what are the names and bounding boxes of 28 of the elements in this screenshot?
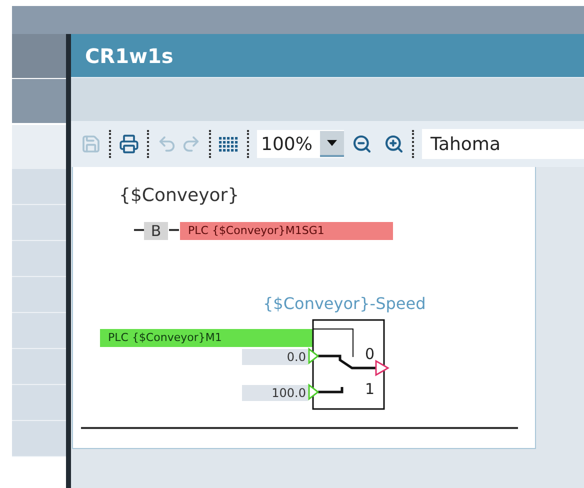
- sidebar-toolbar-band: [12, 125, 66, 169]
- diagram-title: {$Conveyor}: [119, 184, 240, 208]
- printer-icon[interactable]: [119, 134, 139, 154]
- sidebar-band: [12, 79, 66, 123]
- sidebar-header: [12, 34, 66, 78]
- sidebar-row: [12, 385, 66, 421]
- pin-label: 0: [365, 345, 375, 363]
- sidebar-row: [12, 241, 66, 277]
- zoom-in-icon[interactable]: [384, 134, 404, 154]
- block-title: {$Conveyor}-Speed: [263, 293, 426, 315]
- grid-icon[interactable]: [219, 136, 239, 152]
- tag-bar: PLC {$Conveyor}M1SG1: [180, 222, 393, 240]
- sidebar-row: [12, 421, 66, 457]
- input-value: 0.0: [242, 349, 308, 365]
- input-value: 100.0: [242, 385, 308, 401]
- sidebar-row: [12, 349, 66, 385]
- zoom-out-icon[interactable]: [352, 134, 372, 154]
- pin-label: 1: [365, 380, 375, 398]
- contact-label: B: [144, 222, 168, 240]
- sidebar-row: [12, 313, 66, 349]
- window-title: CR1w1s: [85, 42, 174, 70]
- sidebar-row: [12, 205, 66, 241]
- zoom-dropdown[interactable]: 100%: [257, 130, 344, 158]
- font-field[interactable]: Tahoma: [422, 129, 584, 159]
- sidebar-row: [12, 169, 66, 205]
- sidebar-row: [12, 277, 66, 313]
- selector-bar: PLC {$Conveyor}M1: [100, 329, 313, 347]
- caret-icon: [327, 140, 338, 146]
